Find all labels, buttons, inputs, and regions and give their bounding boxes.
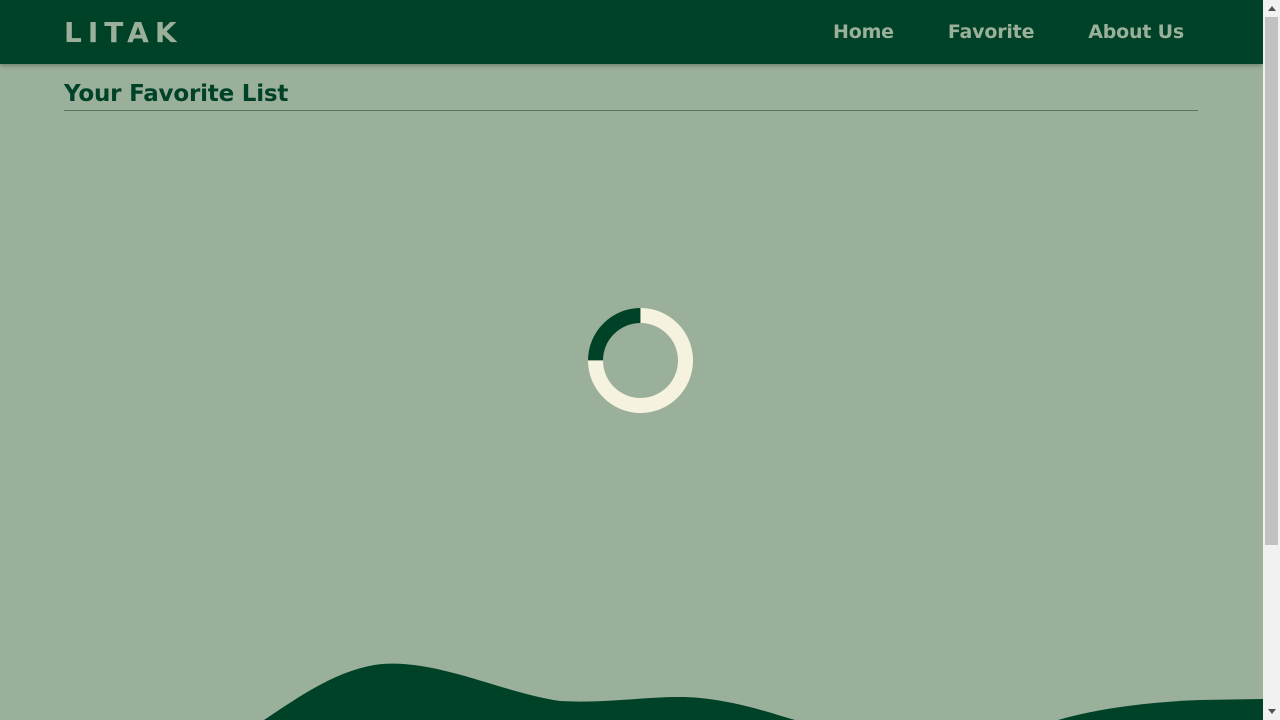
nav-link-favorite[interactable]: Favorite (948, 21, 1035, 43)
nav-link-home[interactable]: Home (833, 21, 894, 43)
footer-wave (264, 663, 1263, 720)
nav-link-about-us[interactable]: About Us (1088, 21, 1184, 43)
scroll-up-arrow-icon[interactable] (1263, 0, 1280, 17)
scrollbar-thumb[interactable] (1265, 17, 1278, 545)
page-viewport: LITAK Home Favorite About Us Your Favori… (0, 0, 1263, 720)
loading-spinner-icon (566, 286, 715, 435)
page-title: Your Favorite List (64, 80, 1198, 111)
navbar: LITAK Home Favorite About Us (0, 0, 1263, 64)
vertical-scrollbar[interactable] (1263, 0, 1280, 720)
scroll-down-arrow-icon[interactable] (1263, 703, 1280, 720)
brand-logo[interactable]: LITAK (64, 13, 183, 53)
nav-links: Home Favorite About Us (779, 0, 1184, 64)
